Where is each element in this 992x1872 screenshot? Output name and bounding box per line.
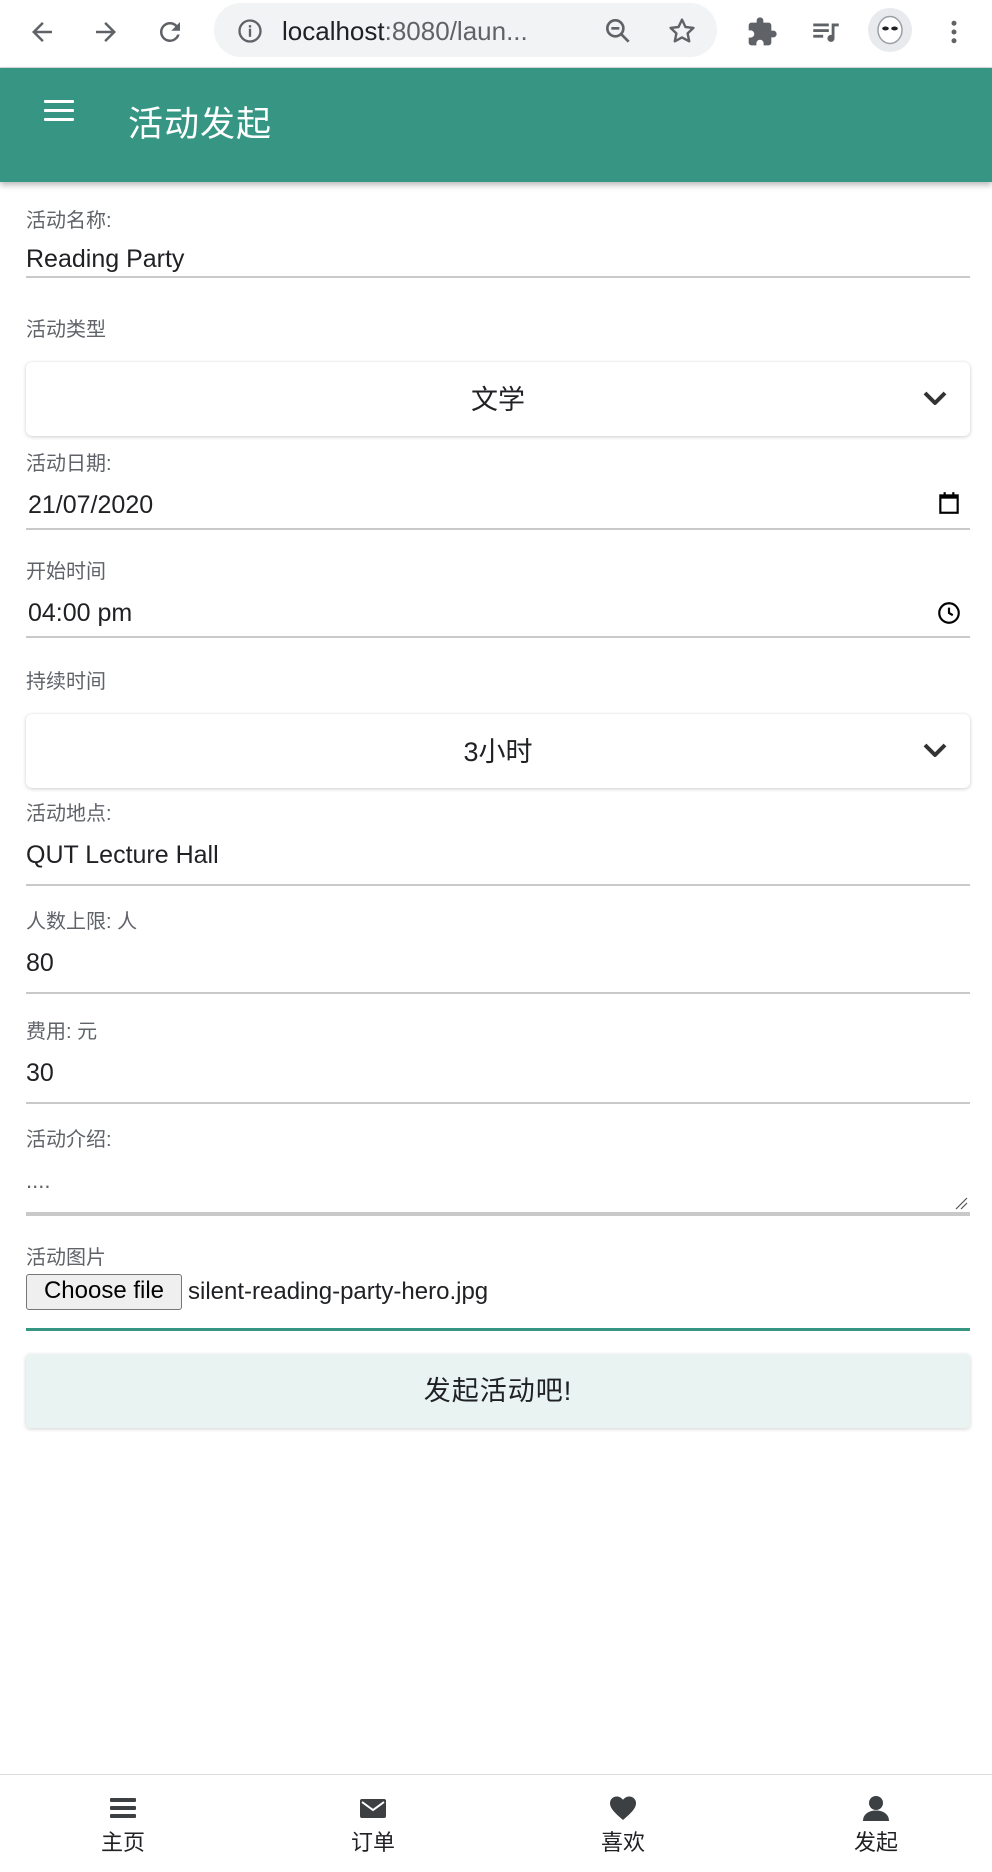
fee-label: 费用: 元 — [26, 1021, 98, 1043]
duration-select[interactable]: 3小时 — [26, 714, 970, 788]
resize-grip-icon[interactable] — [954, 1196, 968, 1210]
location-value: QUT Lecture Hall — [26, 841, 219, 869]
launch-activity-button[interactable]: 发起活动吧! — [26, 1354, 970, 1428]
capacity-label: 人数上限: 人 — [26, 911, 138, 933]
nav-item-favorites[interactable]: 喜欢 — [563, 1775, 683, 1872]
calendar-icon[interactable] — [936, 490, 962, 516]
page-title: 活动发起 — [128, 105, 273, 144]
capacity-value: 80 — [26, 949, 54, 977]
chevron-down-icon — [923, 743, 947, 757]
start-time-input[interactable]: 04:00 pm — [26, 596, 970, 638]
menu-list-icon — [110, 1798, 136, 1818]
image-label: 活动图片 — [26, 1247, 106, 1269]
intro-value: .... — [26, 1168, 51, 1193]
date-value: 21/07/2020 — [28, 491, 154, 519]
clock-icon[interactable] — [936, 600, 962, 626]
browser-toolbar: localhost:8080/laun... — [0, 0, 992, 68]
bottom-navigation: 主页 订单 喜欢 发起 — [0, 1774, 992, 1872]
forward-arrow-icon[interactable] — [86, 12, 126, 52]
reload-icon[interactable] — [150, 12, 190, 52]
profile-avatar-icon[interactable] — [868, 8, 912, 52]
location-input[interactable]: QUT Lecture Hall — [26, 840, 970, 886]
heart-icon — [610, 1796, 636, 1820]
location-label: 活动地点: — [26, 803, 112, 825]
chevron-down-icon — [923, 391, 947, 405]
name-value: Reading Party — [26, 245, 185, 273]
zoom-icon[interactable] — [602, 15, 634, 47]
date-label: 活动日期: — [26, 453, 112, 475]
start-time-value: 04:00 pm — [28, 599, 133, 627]
intro-label: 活动介绍: — [26, 1129, 112, 1151]
type-selected-value: 文学 — [471, 385, 525, 415]
media-playlist-icon[interactable] — [804, 10, 848, 54]
nav-item-orders[interactable]: 订单 — [313, 1775, 433, 1872]
nav-label-favorites: 喜欢 — [600, 1830, 645, 1855]
address-bar[interactable]: localhost:8080/laun... — [214, 3, 717, 57]
fee-value: 30 — [26, 1059, 54, 1087]
image-file-input: Choose file silent-reading-party-hero.jp… — [26, 1274, 970, 1314]
start-time-label: 开始时间 — [26, 561, 106, 583]
date-input[interactable]: 21/07/2020 — [26, 488, 970, 530]
nav-label-launch: 发起 — [853, 1830, 898, 1855]
url-path: :8080/laun... — [384, 16, 528, 46]
file-input-underline — [26, 1328, 970, 1331]
url-text: localhost:8080/laun... — [282, 17, 528, 45]
site-info-icon[interactable] — [236, 17, 264, 45]
selected-file-name: silent-reading-party-hero.jpg — [188, 1278, 489, 1305]
hamburger-menu-icon[interactable] — [44, 100, 76, 126]
more-vert-icon[interactable] — [932, 10, 976, 54]
intro-textarea[interactable]: .... — [26, 1166, 970, 1216]
nav-label-orders: 订单 — [350, 1830, 395, 1855]
type-label: 活动类型 — [26, 319, 106, 341]
url-host: localhost — [282, 16, 385, 46]
nav-item-launch[interactable]: 发起 — [816, 1775, 936, 1872]
fee-input[interactable]: 30 — [26, 1058, 970, 1104]
back-arrow-icon[interactable] — [22, 12, 62, 52]
bookmark-star-icon[interactable] — [666, 15, 698, 47]
envelope-icon — [360, 1799, 386, 1818]
extensions-puzzle-icon[interactable] — [740, 10, 784, 54]
nav-item-home[interactable]: 主页 — [63, 1775, 183, 1872]
duration-selected-value: 3小时 — [463, 737, 533, 767]
nav-label-home: 主页 — [100, 1830, 145, 1855]
app-header: 活动发起 — [0, 68, 992, 182]
name-input[interactable]: Reading Party — [26, 244, 970, 278]
choose-file-button[interactable]: Choose file — [26, 1274, 182, 1310]
user-icon — [863, 1796, 889, 1821]
type-select[interactable]: 文学 — [26, 362, 970, 436]
duration-label: 持续时间 — [26, 671, 106, 693]
capacity-input[interactable]: 80 — [26, 948, 970, 994]
name-label: 活动名称: — [26, 210, 112, 232]
